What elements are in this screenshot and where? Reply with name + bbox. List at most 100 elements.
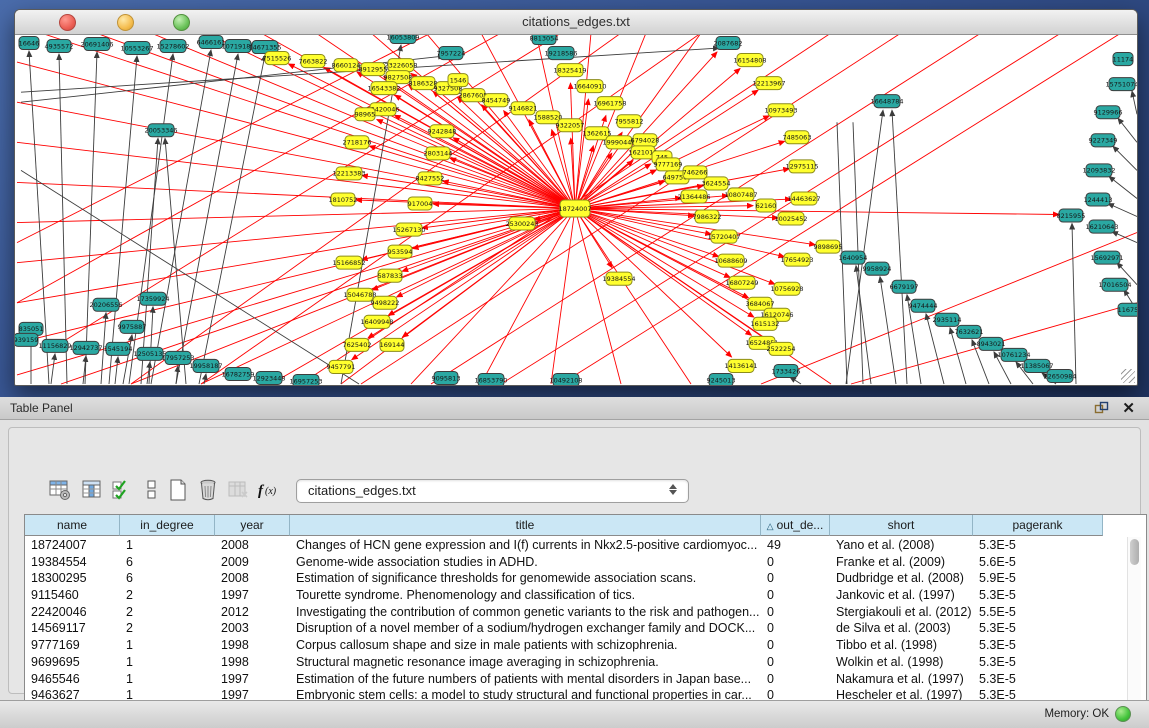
graph-node[interactable]: 12213967 [752,77,785,90]
graph-node[interactable]: 16640910 [573,80,606,93]
table-row[interactable]: 946554611997Estimation of the future num… [25,671,1146,688]
graph-node[interactable]: 10756928 [770,282,803,295]
table-row[interactable]: 969969511998Structural magnetic resonanc… [25,654,1146,671]
table-row[interactable]: 1872400712008Changes of HCN gene express… [25,537,1146,554]
graph-node[interactable]: 1546 [448,74,468,87]
graph-node[interactable]: 2935114 [933,313,962,326]
graph-node[interactable]: 116753 [1118,303,1137,316]
graph-node[interactable]: 8215955 [1057,209,1086,222]
graph-node[interactable]: 8660124 [332,59,361,72]
show-columns-icon[interactable] [79,477,105,503]
graph-node[interactable]: 16957253 [289,374,322,385]
graph-edge[interactable] [151,50,211,384]
graph-node[interactable]: 17654923 [780,253,813,266]
table-select-dropdown[interactable]: citations_edges.txt [296,479,689,503]
table-panel-header[interactable]: Table Panel ✕ [0,397,1149,420]
graph-node[interactable]: 8943021 [977,337,1006,350]
graph-node[interactable]: 2087682 [714,37,743,50]
graph-node[interactable]: 2803144 [424,147,453,160]
graph-node[interactable]: 25300243 [505,217,538,230]
graph-node[interactable]: 16853790 [474,373,507,385]
graph-node[interactable]: 16210643 [1085,220,1118,233]
graph-node[interactable]: 9322057 [556,119,585,132]
close-panel-icon[interactable]: ✕ [1122,399,1135,417]
network-canvas[interactable]: 1664649355722069140610553267152786026466… [15,35,1137,385]
graph-node[interactable]: 19218586 [544,47,577,60]
graph-node[interactable]: 11174 [1113,53,1134,66]
graph-edge[interactable] [551,208,575,384]
graph-node[interactable]: 16409948 [360,315,393,328]
graph-node[interactable]: 7625402 [343,338,372,351]
merge-tables-icon[interactable] [139,477,165,503]
graph-node[interactable]: 14136141 [724,359,757,372]
graph-edge[interactable] [481,208,575,384]
graph-node[interactable]: 10688609 [714,254,747,267]
graph-node[interactable]: 17359924 [136,292,169,305]
graph-node[interactable]: 9975887 [118,320,147,333]
graph-edge[interactable] [85,52,97,384]
graph-edge[interactable] [59,54,67,384]
graph-edge[interactable] [761,233,1137,384]
graph-node[interactable]: 9898695 [814,240,843,253]
graph-node[interactable]: 16807249 [725,276,758,289]
graph-edge[interactable] [575,208,732,356]
graph-edge[interactable] [790,377,801,384]
graph-node[interactable]: 16782759 [221,367,254,380]
graph-node[interactable]: 10973493 [764,104,797,117]
graph-node[interactable]: 1640954 [839,251,868,264]
graph-node[interactable]: 15166852 [332,256,365,269]
table-row[interactable]: 1830029562008Estimation of significance … [25,570,1146,587]
graph-edge[interactable] [149,307,153,384]
graph-node[interactable]: 1733426 [772,364,801,377]
graph-node[interactable]: 7955812 [615,115,644,128]
graph-node[interactable]: 10025452 [774,212,807,225]
resize-grip-icon[interactable] [1121,369,1135,383]
graph-node[interactable]: 7957224 [437,47,466,60]
graph-edge[interactable] [1072,224,1076,384]
graph-node[interactable]: 9457791 [327,360,356,373]
citation-network-graph[interactable]: 1664649355722069140610553267152786026466… [15,35,1137,385]
graph-node[interactable]: 9777169 [654,158,683,171]
graph-node[interactable]: 6679197 [890,280,919,293]
graph-node[interactable]: 6794028 [631,134,660,147]
graph-edge[interactable] [1113,146,1137,170]
graph-edge[interactable] [575,208,784,256]
graph-edge[interactable] [575,208,691,384]
graph-edge[interactable] [1109,176,1137,198]
graph-node[interactable]: 1615132 [751,317,780,330]
graph-edge[interactable] [115,357,118,384]
graph-edge[interactable] [846,110,883,384]
graph-node[interactable]: 7632621 [955,325,984,338]
graph-node[interactable]: 15751074 [1105,78,1137,91]
row-selection-icon[interactable] [109,477,135,503]
graph-node[interactable]: 62160 [756,199,777,212]
graph-node[interactable]: 17016504 [1098,278,1131,291]
table-options-icon[interactable] [47,477,73,503]
table-row[interactable]: 1456911722003Disruption of a novel membe… [25,620,1146,637]
graph-node[interactable]: 16154808 [733,54,766,67]
graph-node[interactable]: 23226058 [384,59,417,72]
network-window[interactable]: citations_edges.txt 16646493557220691406… [14,9,1138,386]
graph-node[interactable]: 15692971 [1090,251,1123,264]
graph-node[interactable]: 7663822 [299,55,328,68]
graph-edge[interactable] [1118,118,1137,142]
graph-node[interactable]: 953594 [388,245,413,258]
graph-node[interactable]: 2522254 [767,342,796,355]
graph-node[interactable]: 7515526 [263,52,292,65]
graph-node[interactable]: 917004 [408,197,433,210]
column-header-title[interactable]: title [290,515,761,536]
graph-node[interactable]: 1810752 [329,193,358,206]
column-header-pagerank[interactable]: pagerank [973,515,1103,536]
column-header-out-de-[interactable]: △out_de... [761,515,830,536]
graph-node[interactable]: 16646 [19,37,40,50]
column-header-short[interactable]: short [830,515,973,536]
graph-node[interactable]: 20053346 [144,124,177,137]
graph-node[interactable]: 9095813 [432,371,461,384]
float-panel-icon[interactable] [1094,401,1109,414]
graph-node[interactable]: 11156829 [38,339,71,352]
function-builder-icon[interactable]: f(x) [255,477,281,503]
graph-node[interactable]: 2718176 [343,136,372,149]
graph-node[interactable]: 9242848 [428,125,457,138]
graph-node[interactable]: 7986322 [693,210,722,223]
graph-edge[interactable] [402,208,575,337]
